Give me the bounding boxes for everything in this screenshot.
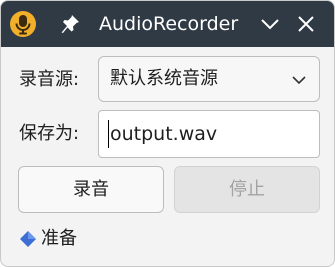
output-file-input[interactable]: output.wav	[98, 110, 320, 158]
blue-diamond-icon	[19, 230, 37, 248]
close-icon[interactable]	[294, 12, 318, 36]
audio-source-value: 默认系统音源	[110, 68, 218, 89]
audio-source-select[interactable]: 默认系统音源	[98, 56, 320, 102]
source-label: 录音源:	[19, 69, 80, 90]
window-title: AudioRecorder	[99, 13, 239, 35]
chevron-down-icon[interactable]	[258, 12, 282, 36]
record-button[interactable]: 录音	[18, 166, 164, 213]
save-as-label: 保存为:	[19, 123, 80, 144]
title-bar[interactable]: AudioRecorder	[1, 1, 334, 47]
status-text: 准备	[41, 228, 77, 249]
audio-recorder-window: AudioRecorder 录音源: 默认系统音源 保存为: output.wa…	[0, 0, 335, 267]
output-file-value: output.wav	[110, 123, 218, 145]
stop-button: 停止	[174, 166, 320, 213]
microphone-icon	[9, 10, 37, 38]
chevron-down-icon	[289, 70, 309, 90]
text-caret	[108, 120, 109, 148]
pin-icon[interactable]	[59, 13, 81, 35]
